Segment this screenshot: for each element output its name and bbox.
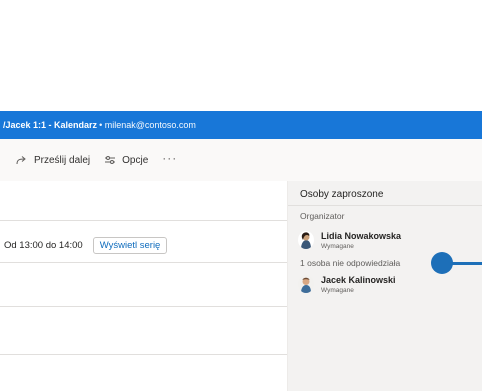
no-response-section-label: 1 osoba nie odpowiedziała [300,258,401,268]
more-options-button[interactable]: ··· [162,151,177,165]
title-bar: /Jacek 1:1 - Kalendarz • milenak@contoso… [0,111,482,139]
forward-arrow-icon [16,155,28,165]
window-title: /Jacek 1:1 - Kalendarz [3,120,98,130]
event-time: Od 13:00 do 14:00 [4,240,83,251]
sliders-icon [104,155,116,165]
attendees-pane: Osoby zaproszone Organizator Lidia Nowak… [287,181,482,391]
attendee-no-response[interactable]: Jacek Kalinowski Wymagane [298,275,396,295]
avatar [298,231,314,249]
organizer-section-label: Organizator [300,211,345,221]
event-time-row: Od 13:00 do 14:00 Wyświetl serię [4,237,168,254]
toolbar: Prześlij dalej Opcje ··· [0,139,482,181]
view-series-button[interactable]: Wyświetl serię [92,237,168,254]
divider [0,220,287,221]
forward-label: Prześlij dalej [34,154,91,166]
callout-line [450,262,482,265]
callout-marker [431,252,453,274]
divider [0,262,287,263]
attendee-name: Jacek Kalinowski [321,275,396,285]
attendee-role: Wymagane [321,243,354,250]
divider [0,354,287,355]
options-label: Opcje [122,154,149,166]
attendees-heading: Osoby zaproszone [300,189,384,200]
divider [288,205,482,206]
outlook-event-window: /Jacek 1:1 - Kalendarz • milenak@contoso… [0,0,482,391]
attendee-name: Lidia Nowakowska [321,231,402,241]
attendee-organizer[interactable]: Lidia Nowakowska Wymagane [298,231,401,251]
attendee-role: Wymagane [321,287,354,294]
forward-button[interactable]: Prześlij dalej [16,155,90,166]
account-email: • milenak@contoso.com [99,120,196,130]
options-button[interactable]: Opcje [104,155,148,166]
divider [0,306,287,307]
event-details-pane [0,181,287,391]
avatar [298,275,314,293]
